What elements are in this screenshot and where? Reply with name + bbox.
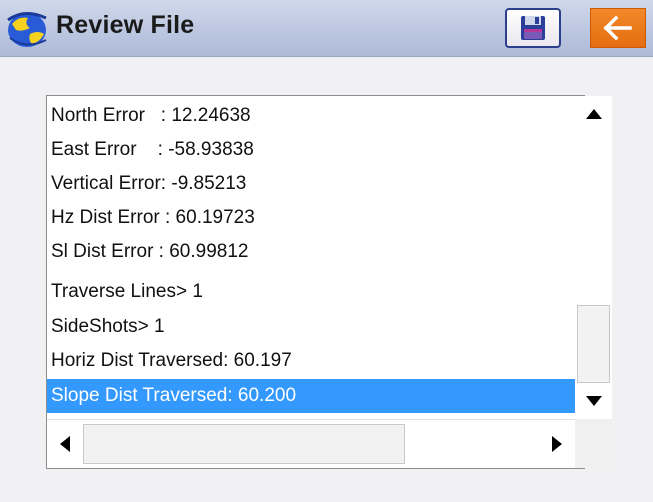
review-list-box: North Error : 12.24638 East Error : -58.… bbox=[46, 95, 612, 469]
scroll-up-button[interactable] bbox=[575, 96, 612, 132]
list-item-selected[interactable]: Slope Dist Traversed: 60.200 bbox=[47, 379, 575, 413]
triangle-down-icon bbox=[585, 396, 602, 406]
list-item[interactable]: Vertical Error: -9.85213 bbox=[47, 167, 575, 201]
triangle-right-icon bbox=[552, 436, 562, 452]
list-item[interactable]: Sl Dist Error : 60.99812 bbox=[47, 235, 575, 269]
globe-logo-icon bbox=[7, 12, 47, 47]
scroll-down-button[interactable] bbox=[575, 383, 612, 419]
page-title: Review File bbox=[56, 11, 195, 39]
title-bar: Review File bbox=[0, 0, 653, 57]
list-item[interactable]: North Error : 12.24638 bbox=[47, 99, 575, 133]
scroll-left-button[interactable] bbox=[47, 420, 83, 468]
vertical-scroll-track[interactable] bbox=[575, 132, 612, 383]
list-item[interactable]: Horiz Dist Traversed: 60.197 bbox=[47, 344, 575, 378]
scrollbar-corner bbox=[575, 419, 612, 468]
list-item[interactable]: East Error : -58.93838 bbox=[47, 133, 575, 167]
arrow-left-icon bbox=[603, 15, 632, 41]
list-item[interactable]: Traverse Lines> 1 bbox=[47, 275, 575, 309]
floppy-disk-icon bbox=[521, 16, 545, 40]
list-item[interactable]: Hz Dist Error : 60.19723 bbox=[47, 201, 575, 235]
scroll-right-button[interactable] bbox=[539, 420, 575, 468]
triangle-up-icon bbox=[585, 109, 602, 119]
list-item[interactable]: SideShots> 1 bbox=[47, 310, 575, 344]
review-list: North Error : 12.24638 East Error : -58.… bbox=[47, 96, 575, 419]
save-button[interactable] bbox=[505, 8, 561, 48]
back-button[interactable] bbox=[590, 8, 646, 48]
horizontal-scroll-thumb[interactable] bbox=[83, 424, 405, 464]
vertical-scroll-thumb[interactable] bbox=[577, 305, 610, 383]
triangle-left-icon bbox=[60, 436, 70, 452]
vertical-scrollbar[interactable] bbox=[575, 96, 612, 419]
horizontal-scrollbar[interactable] bbox=[47, 419, 575, 468]
